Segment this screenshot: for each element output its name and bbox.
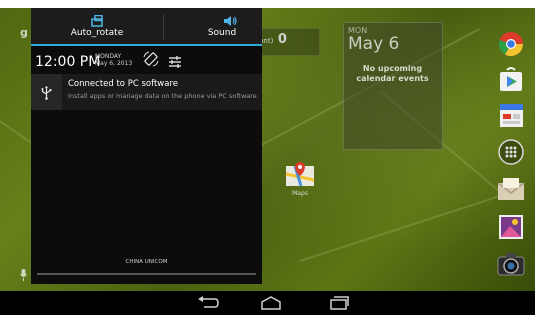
quick-settings-row: Auto_rotate Sound (31, 8, 262, 44)
settings-sliders-icon[interactable] (168, 53, 182, 68)
shade-drag-handle[interactable] (37, 273, 256, 275)
calendar-empty-text: No upcoming calendar events (356, 64, 429, 83)
camera-icon[interactable] (497, 251, 525, 277)
shade-accent-line (31, 44, 262, 46)
google-search-icon[interactable]: g (20, 26, 28, 39)
status-bar-strip (0, 0, 535, 8)
play-store-icon[interactable] (498, 67, 524, 93)
recents-icon[interactable] (327, 295, 351, 311)
sound-toggle[interactable]: Sound (164, 8, 262, 44)
email-icon[interactable] (497, 177, 525, 201)
maps-icon[interactable] (285, 162, 315, 188)
notification-title: Connected to PC software (68, 79, 178, 89)
rotation-lock-icon[interactable] (143, 51, 159, 67)
voice-search-icon[interactable] (20, 266, 27, 281)
usb-icon (41, 85, 52, 100)
clock-time: 12:00 PM (35, 54, 101, 70)
auto-rotate-label: Auto_rotate (70, 28, 124, 38)
chrome-icon[interactable] (498, 31, 524, 57)
calendar-date: May 6 (348, 34, 400, 54)
auto-rotate-toggle[interactable]: Auto_rotate (31, 8, 163, 44)
notification-subtitle: Install apps or manage data on the phone… (68, 92, 257, 100)
back-icon[interactable] (196, 295, 220, 311)
navigation-bar (0, 291, 535, 315)
calendar-icon[interactable] (499, 102, 524, 128)
usb-notification[interactable]: Connected to PC software Install apps or… (31, 74, 262, 110)
clock-full-date: May 6, 2013 (95, 60, 133, 67)
sound-icon (223, 12, 237, 26)
clock-day: MONDAY (95, 53, 122, 60)
clock-date: MONDAY May 6, 2013 (95, 53, 132, 67)
notification-shade[interactable]: Auto_rotate Sound 12:00 PM MONDAY May 6,… (31, 8, 262, 284)
auto-rotate-icon (90, 12, 104, 27)
sound-label: Sound (207, 28, 237, 38)
gallery-icon[interactable] (498, 214, 524, 240)
home-icon[interactable] (259, 295, 283, 311)
apps-grid-icon[interactable] (498, 139, 524, 165)
notification-icon-box (31, 74, 62, 110)
carrier-label: CHINA UNICOM (125, 259, 168, 265)
email-unread-count: unt) 0 (259, 32, 287, 47)
maps-label: Maps (292, 190, 308, 197)
